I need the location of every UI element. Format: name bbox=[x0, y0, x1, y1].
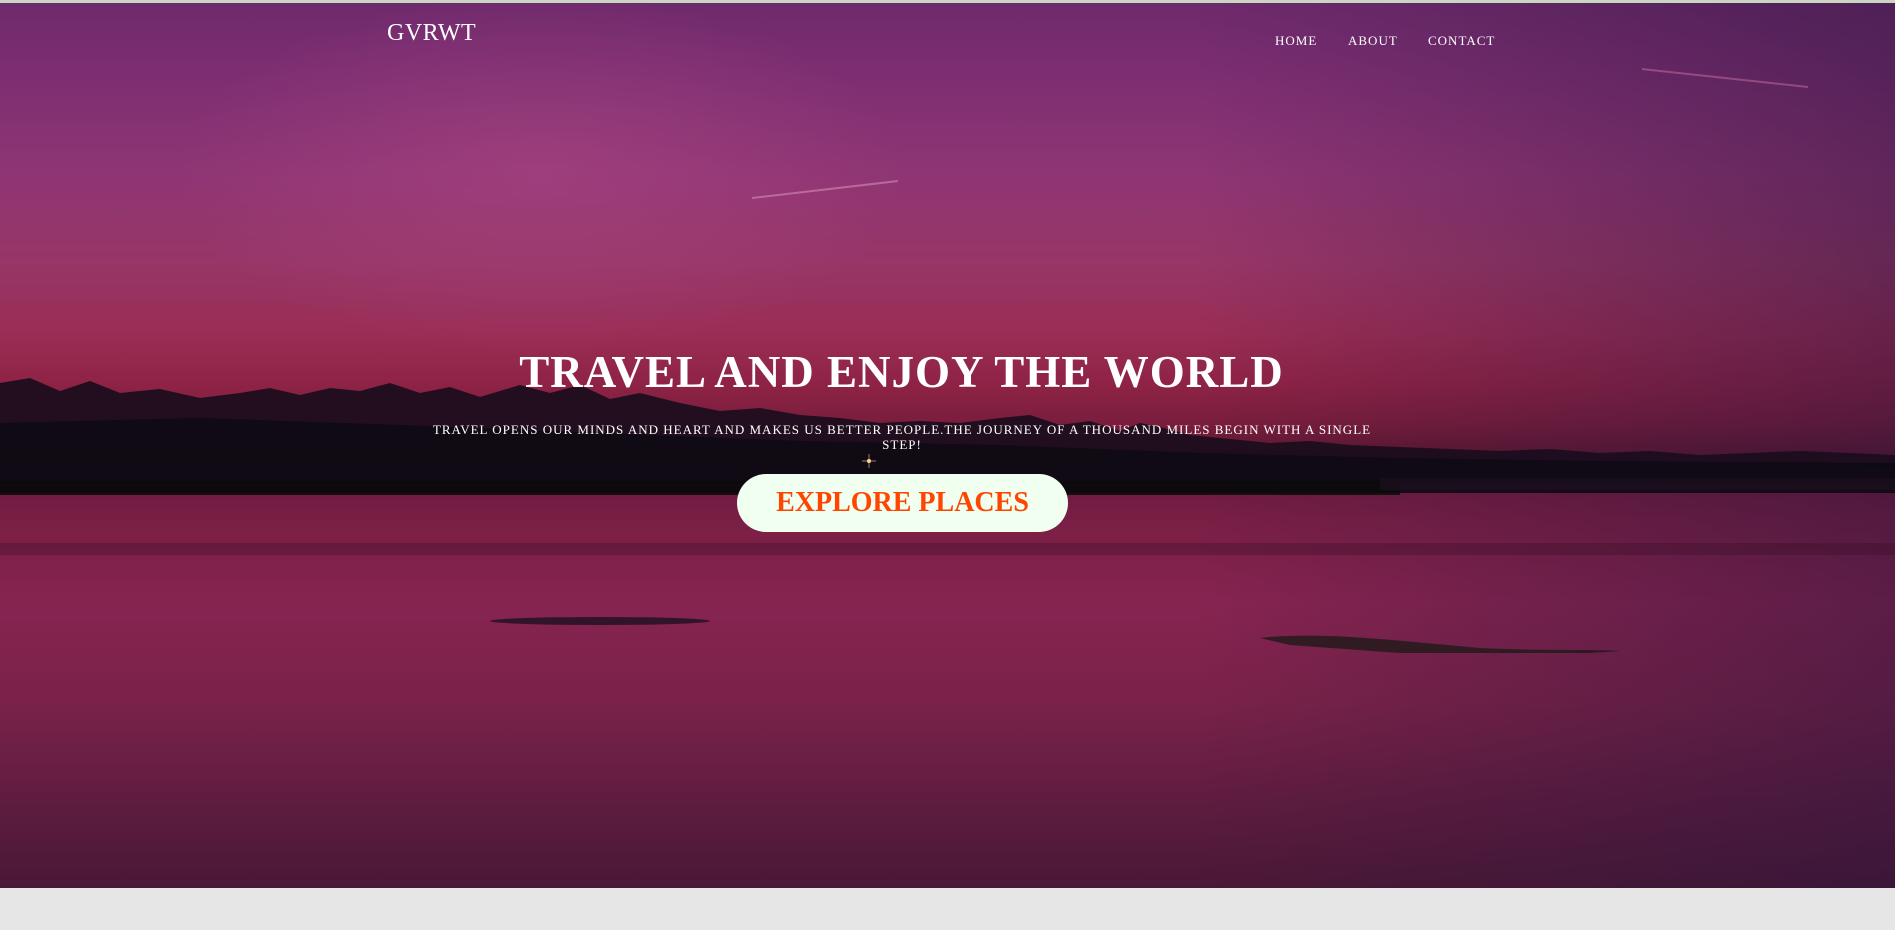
nav-contact-link[interactable]: CONTACT bbox=[1428, 33, 1495, 49]
nav-about-link[interactable]: ABOUT bbox=[1348, 33, 1398, 49]
nav-home-link[interactable]: HOME bbox=[1275, 33, 1317, 49]
water-reflection bbox=[0, 543, 1895, 653]
brand-logo[interactable]: GVRWT bbox=[387, 20, 476, 47]
hero-title: TRAVEL AND ENJOY THE WORLD bbox=[519, 347, 1284, 397]
sun-glint bbox=[862, 454, 876, 468]
explore-places-button[interactable]: EXPLORE PLACES bbox=[737, 474, 1068, 532]
hero-subtitle: TRAVEL OPENS OUR MINDS AND HEART AND MAK… bbox=[432, 422, 1372, 452]
contrail bbox=[1641, 68, 1809, 88]
contrail bbox=[751, 180, 899, 199]
hero-section: GVRWT HOME ABOUT CONTACT TRAVEL AND ENJO… bbox=[0, 3, 1895, 888]
